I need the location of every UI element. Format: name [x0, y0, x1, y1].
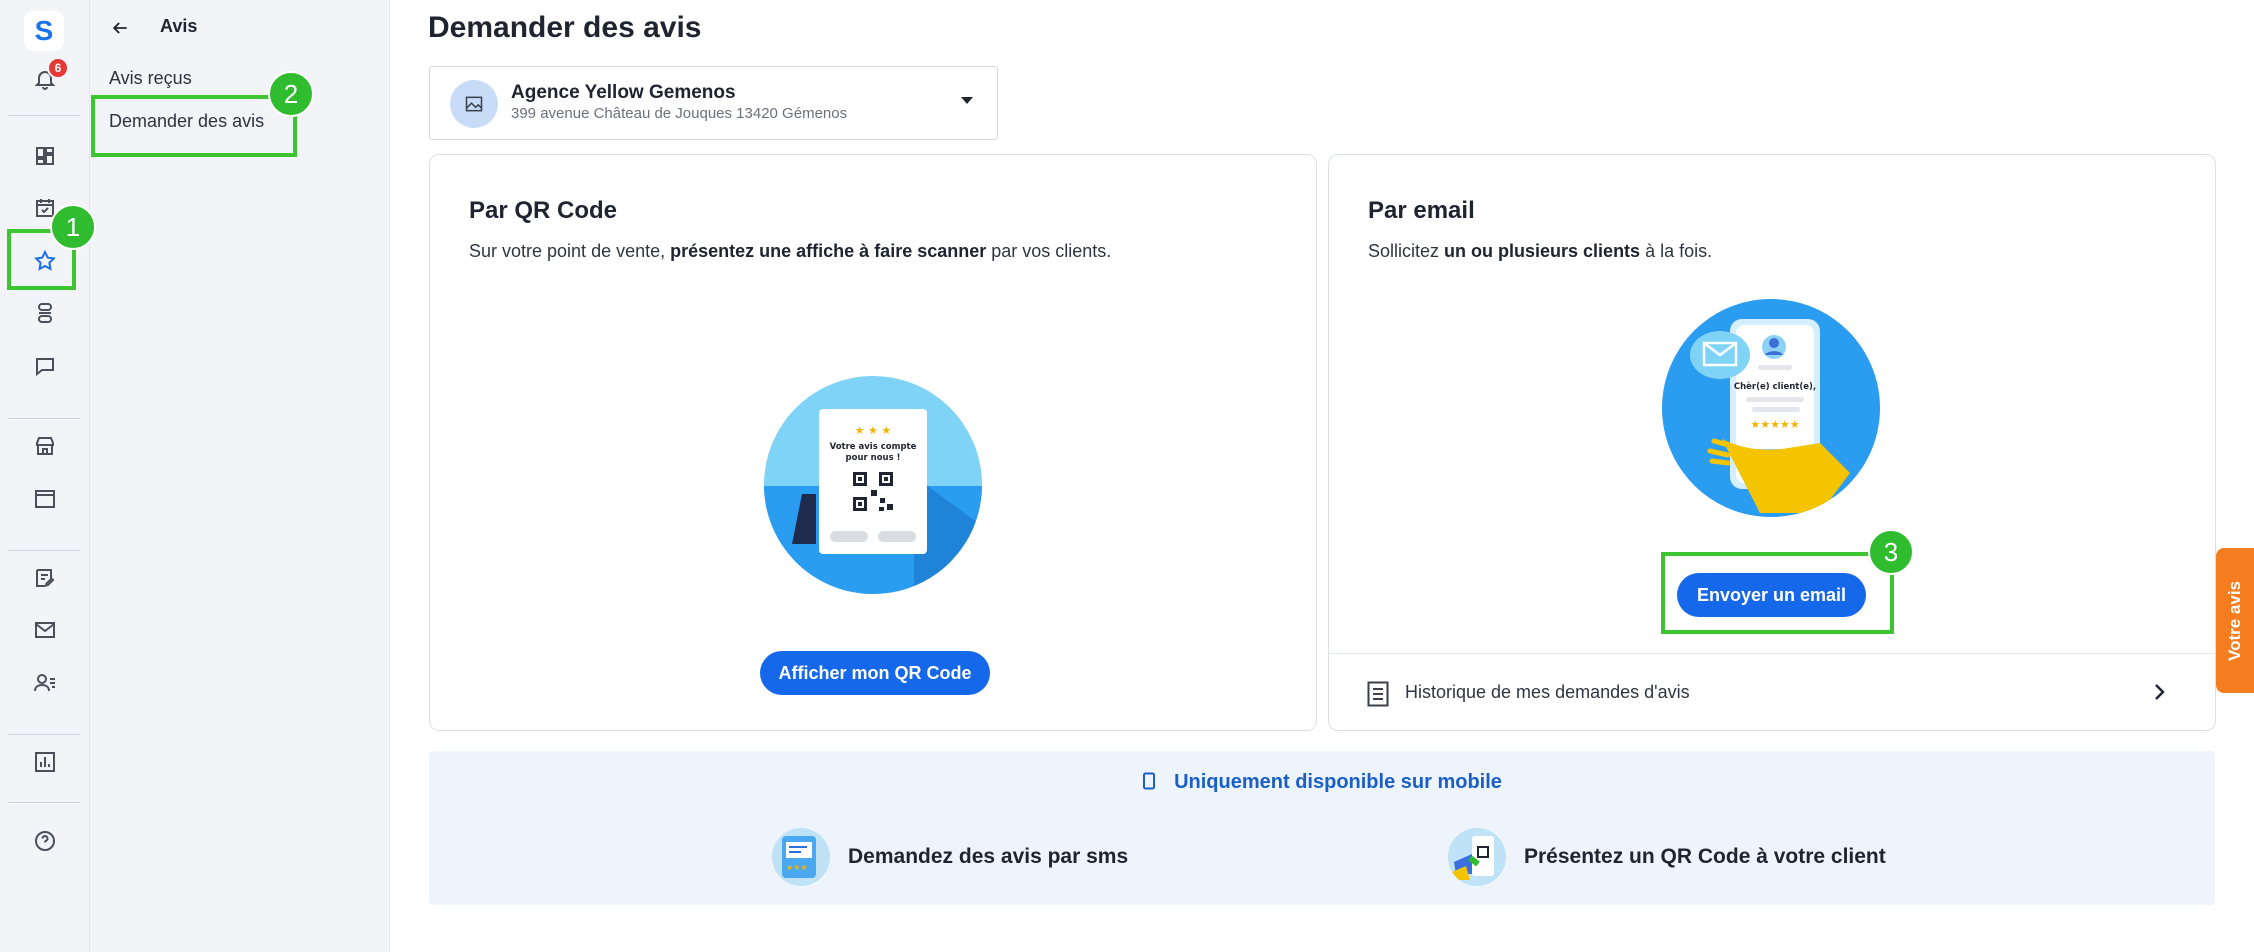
submenu-item-demander-des-avis[interactable]: Demander des avis	[109, 111, 264, 132]
qr-card-title: Par QR Code	[469, 197, 618, 224]
rail-divider	[8, 802, 80, 803]
notifications-button[interactable]: 6	[25, 57, 69, 99]
website-button[interactable]	[25, 479, 65, 519]
edit-note-icon	[36, 569, 55, 587]
store-address: 399 avenue Château de Jouques 13420 Géme…	[511, 105, 848, 122]
app-logo[interactable]: S	[24, 11, 64, 51]
feedback-side-tab-label: Votre avis	[2225, 580, 2245, 660]
send-email-button[interactable]: Envoyer un email	[1677, 573, 1866, 617]
store-button[interactable]	[25, 426, 65, 466]
annotation-badge-1: 1	[50, 204, 96, 250]
dashboard-icon	[36, 147, 54, 165]
image-placeholder-icon	[465, 96, 483, 112]
present-qr-label: Présentez un QR Code à votre client	[1524, 845, 1886, 868]
messages-button[interactable]	[25, 346, 65, 386]
store-selector[interactable]: Agence Yellow Gemenos 399 avenue Château…	[429, 66, 998, 140]
svg-text:★★★: ★★★	[786, 863, 808, 872]
contacts-button[interactable]	[25, 663, 65, 703]
qr-card-description: Sur votre point de vente, présentez une …	[469, 241, 1111, 262]
sms-request-label: Demandez des avis par sms	[848, 845, 1129, 868]
feedback-tab-text: Votre avis	[2225, 580, 2244, 661]
annotation-badge-2: 2	[268, 71, 314, 117]
email-desc-suffix: à la fois.	[1640, 241, 1713, 261]
arrow-left-icon	[112, 22, 127, 34]
email-illustration: Chèr(e) client(e), ★★★★★	[1662, 299, 1880, 517]
storefront-icon	[36, 437, 54, 455]
routing-icon	[38, 303, 52, 323]
qr-desc-prefix: Sur votre point de vente,	[469, 241, 671, 261]
rail-divider	[8, 550, 80, 551]
feedback-side-tab[interactable]: Votre avis	[2216, 548, 2254, 693]
bar-chart-icon	[35, 752, 55, 772]
page-title: Demander des avis	[428, 11, 702, 44]
poster-text-line-2: pour nous !	[846, 453, 901, 463]
mail-icon	[35, 622, 55, 638]
qr-poster-illustration: ★ ★ ★ Votre avis compte pour nous !	[764, 376, 982, 594]
store-name: Agence Yellow Gemenos	[511, 82, 736, 103]
store-avatar	[450, 80, 498, 128]
automation-button[interactable]	[25, 293, 65, 333]
annotation-badge-3: 3	[1868, 529, 1914, 575]
rail-divider	[8, 418, 80, 419]
show-qr-code-button[interactable]: Afficher mon QR Code	[760, 651, 990, 695]
chevron-right-icon	[2155, 684, 2165, 700]
back-button[interactable]	[106, 14, 134, 42]
qr-code-card: Par QR Code Sur votre point de vente, pr…	[429, 154, 1317, 731]
help-icon	[35, 831, 55, 851]
help-button[interactable]	[25, 821, 65, 861]
email-card: Par email Sollicitez un ou plusieurs cli…	[1328, 154, 2216, 731]
mobile-only-panel: Uniquement disponible sur mobile ★★★ Dem…	[429, 751, 2215, 905]
phone-greeting: Chèr(e) client(e),	[1734, 381, 1816, 392]
poster-text-line-1: Votre avis compte	[830, 442, 917, 452]
notification-badge: 6	[47, 57, 69, 79]
qr-desc-bold: présentez une affiche à faire scanner	[670, 241, 987, 261]
sms-request-option: ★★★ Demandez des avis par sms	[772, 828, 1128, 886]
svg-text:★★★★★: ★★★★★	[1750, 418, 1799, 431]
rail-divider	[8, 115, 80, 116]
star-icon	[34, 249, 56, 271]
request-history-label: Historique de mes demandes d'avis	[1405, 682, 1690, 702]
svg-text:★ ★ ★: ★ ★ ★	[855, 424, 892, 437]
statistics-button[interactable]	[25, 742, 65, 782]
email-card-description: Sollicitez un ou plusieurs clients à la …	[1368, 241, 1712, 262]
reviews-submenu: Avis Avis reçus Demander des avis	[90, 0, 390, 952]
submenu-title: Avis	[160, 16, 198, 36]
icon-rail: S 6	[0, 0, 90, 952]
present-qr-option: Présentez un QR Code à votre client	[1448, 828, 1886, 886]
chevron-down-icon	[961, 97, 973, 104]
email-desc-bold: un ou plusieurs clients	[1444, 241, 1641, 261]
posts-button[interactable]	[25, 558, 65, 598]
rail-divider	[8, 734, 80, 735]
smartphone-icon	[1143, 772, 1156, 790]
sms-illustration: ★★★	[772, 828, 830, 886]
mobile-only-heading-text: Uniquement disponible sur mobile	[1174, 771, 1502, 793]
mobile-only-heading: Uniquement disponible sur mobile	[429, 771, 2215, 794]
qr-desc-suffix: par vos clients.	[986, 241, 1112, 261]
request-history-link[interactable]: Historique de mes demandes d'avis	[1329, 653, 2215, 730]
reviews-button[interactable]	[25, 241, 65, 281]
qr-phone-illustration	[1448, 828, 1506, 886]
chat-icon	[36, 358, 54, 377]
contacts-icon	[34, 674, 55, 692]
email-card-title: Par email	[1368, 197, 1475, 224]
email-desc-prefix: Sollicitez	[1368, 241, 1445, 261]
dashboard-button[interactable]	[25, 136, 65, 176]
mailing-button[interactable]	[25, 610, 65, 650]
browser-window-icon	[35, 490, 55, 508]
submenu-item-avis-recus[interactable]: Avis reçus	[109, 68, 192, 89]
document-list-icon	[1367, 681, 1389, 707]
